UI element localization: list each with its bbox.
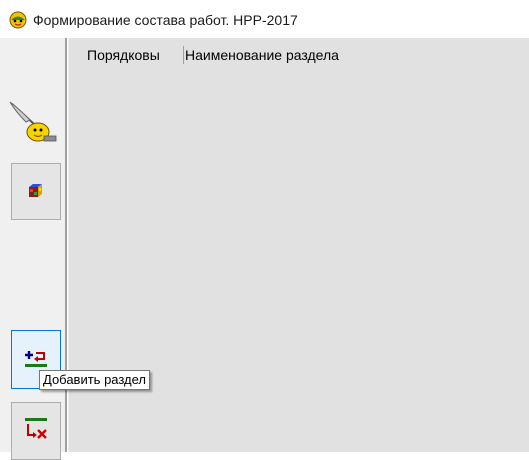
grid-header: Порядковы Наименование раздела — [69, 44, 529, 68]
column-order[interactable]: Порядковы — [87, 47, 183, 63]
delete-section-icon — [25, 418, 47, 439]
add-section-icon — [25, 351, 47, 367]
column-section-name[interactable]: Наименование раздела — [185, 47, 525, 63]
delete-section-button[interactable] — [11, 402, 61, 460]
window-title: Формирование состава работ. НРР-2017 — [33, 12, 298, 28]
app-icon — [8, 9, 28, 29]
quill-bird-icon — [9, 101, 57, 142]
column-divider[interactable] — [183, 46, 184, 64]
tooltip: Добавить раздел — [39, 370, 151, 390]
cube-button[interactable] — [11, 163, 61, 220]
quill-bird-button[interactable] — [8, 98, 60, 144]
title-bar: Формирование состава работ. НРР-2017 — [0, 0, 529, 38]
cube-icon — [29, 184, 42, 197]
